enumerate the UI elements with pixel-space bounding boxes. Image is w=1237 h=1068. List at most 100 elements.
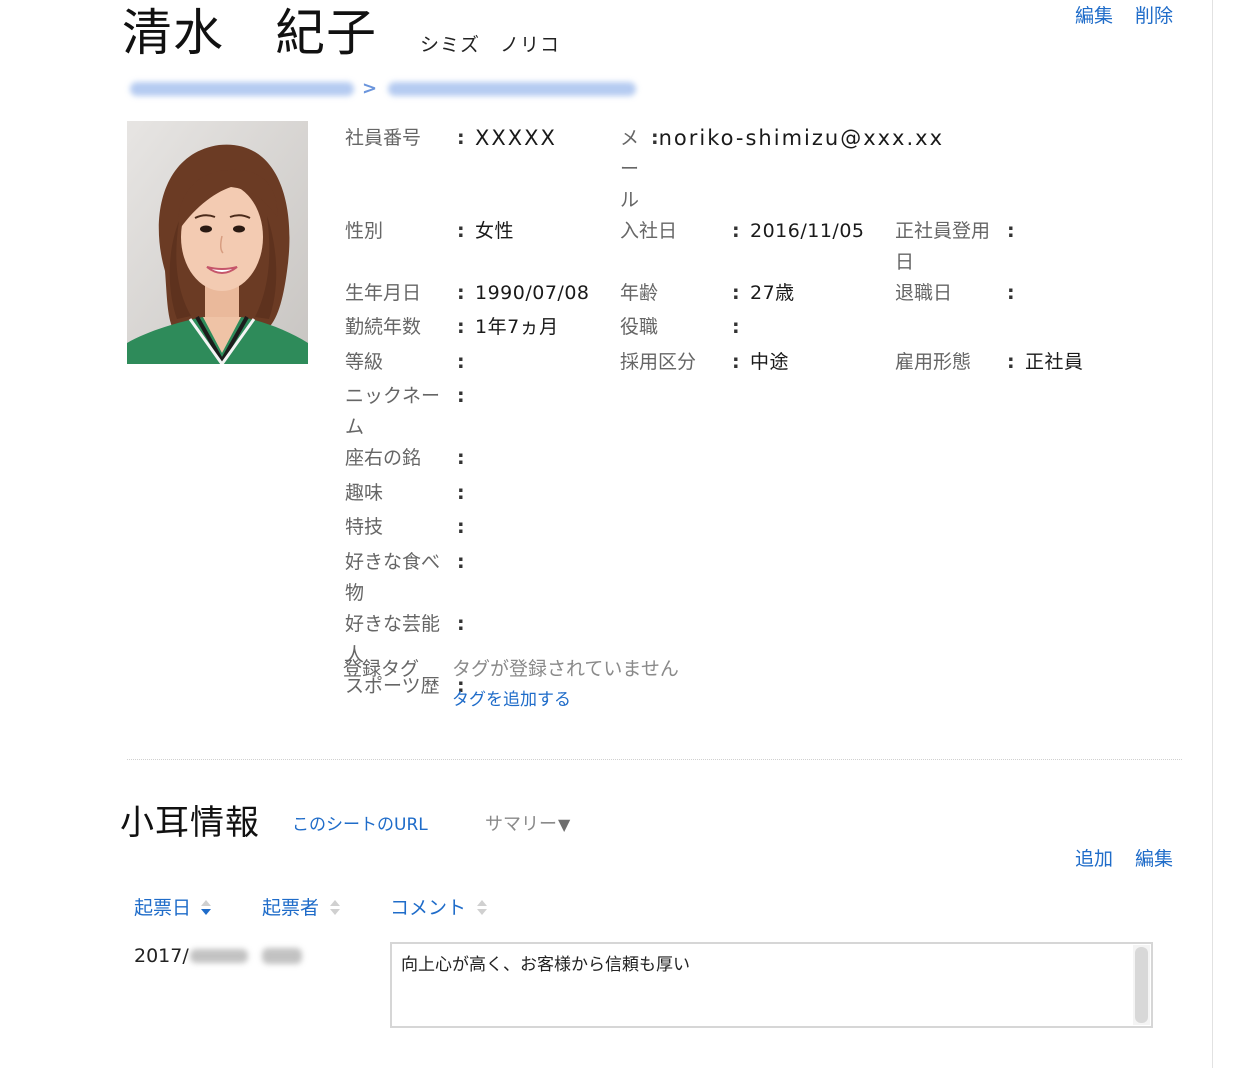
field-position: 役職 : (620, 312, 895, 347)
summary-toggle-label: サマリー (485, 814, 557, 835)
field-separator: : (457, 350, 465, 373)
field-label: メール (620, 126, 640, 211)
sort-icon[interactable] (329, 897, 341, 919)
field-separator: : (457, 219, 465, 242)
field-row: 好きな食べ物 : (345, 547, 1195, 609)
column-header-comment[interactable]: コメント (390, 896, 466, 920)
employee-details: 社員番号 : XXXXX メール : noriko-shimizu@xxx.xx… (345, 123, 1195, 706)
field-join-date: 入社日 : 2016/11/05 (620, 216, 895, 278)
field-row: 等級 : 採用区分 : 中途 雇用形態 : 正社員 (345, 347, 1195, 382)
tags-label: 登録タグ (343, 658, 420, 680)
field-value: 2016/11/05 (750, 219, 865, 242)
field-separator: : (457, 481, 465, 504)
field-value: 女性 (475, 219, 515, 242)
field-row: 社員番号 : XXXXX メール : noriko-shimizu@xxx.xx (345, 123, 1195, 216)
field-separator: : (457, 281, 465, 304)
sort-down-icon (201, 909, 211, 915)
column-header-author[interactable]: 起票者 (262, 896, 319, 920)
field-separator: : (732, 350, 740, 373)
field-label: 趣味 (345, 481, 384, 504)
field-regular-employee-date: 正社員登用日 : (895, 216, 1185, 278)
field-separator: : (1007, 219, 1015, 242)
field-row: ニックネーム : (345, 381, 1195, 443)
field-nickname: ニックネーム : (345, 381, 620, 443)
field-favorite-food: 好きな食べ物 : (345, 547, 620, 609)
field-separator: : (457, 385, 465, 407)
comment-text: 向上心が高く、お客様から信頼も厚い (401, 955, 690, 975)
breadcrumb-segment-blurred[interactable] (388, 82, 636, 96)
field-label: 性別 (345, 219, 384, 242)
caret-down-icon: ▼ (558, 815, 571, 834)
field-employee-number: 社員番号 : XXXXX (345, 123, 620, 216)
employee-photo (127, 121, 308, 364)
field-separator: : (732, 219, 740, 242)
delete-profile-link[interactable]: 削除 (1135, 4, 1173, 28)
field-separator: : (457, 316, 465, 338)
komimi-section-title: 小耳情報 (120, 803, 260, 843)
sort-icon[interactable] (476, 897, 488, 919)
field-value: 正社員 (1025, 350, 1084, 373)
field-value: noriko-shimizu@xxx.xx (658, 125, 945, 150)
field-separator: : (1007, 350, 1015, 373)
field-skills: 特技 : (345, 512, 620, 547)
sort-up-icon (330, 900, 340, 906)
field-row: 勤続年数 : 1年7ヵ月 役職 : (345, 312, 1195, 347)
employee-name-kana: シミズ ノリコ (420, 34, 561, 56)
field-label: 正社員登用日 (895, 219, 991, 273)
field-label: 社員番号 (345, 126, 422, 149)
employee-profile-page: 清水 紀子 シミズ ノリコ 編集 削除 > 社員番号: XXXXX メール:… (0, 0, 1237, 1068)
employee-name: 清水 紀子 (122, 4, 377, 62)
summary-toggle[interactable]: サマリー▼ (485, 813, 570, 837)
comment-box[interactable]: 向上心が高く、お客様から信頼も厚い (390, 942, 1153, 1028)
field-separator: : (457, 447, 465, 469)
comment-scrollbar[interactable] (1133, 945, 1150, 1025)
field-separator: : (457, 612, 465, 635)
field-hiring-category: 採用区分 : 中途 (620, 347, 895, 382)
field-age: 年齢 : 27歳 (620, 278, 895, 313)
employee-portrait-image (127, 121, 308, 364)
field-separator: : (457, 516, 465, 538)
field-label: 特技 (345, 516, 384, 538)
row-date: 2017/ (134, 945, 189, 967)
field-row: 生年月日 : 1990/07/08 年齢 : 27歳 退職日 : (345, 278, 1195, 313)
edit-komimi-link[interactable]: 編集 (1135, 847, 1173, 871)
section-divider (127, 759, 1182, 760)
field-value: 1990/07/08 (475, 281, 590, 304)
field-value: XXXXX (475, 125, 557, 150)
field-birth-date: 生年月日 : 1990/07/08 (345, 278, 620, 313)
field-separator: : (732, 281, 740, 304)
field-years-of-service: 勤続年数 : 1年7ヵ月 (345, 312, 620, 347)
add-tag-link[interactable]: タグを追加する (452, 688, 571, 712)
sort-up-icon (477, 900, 487, 906)
field-label: 年齢 (620, 281, 659, 304)
field-row: 性別 : 女性 入社日 : 2016/11/05 正社員登用日 : (345, 216, 1195, 278)
field-row: 特技 : (345, 512, 1195, 547)
field-value: 1年7ヵ月 (475, 316, 559, 338)
field-value: 27歳 (750, 281, 795, 304)
field-separator: : (457, 550, 465, 573)
field-label: 退職日 (895, 281, 953, 304)
sheet-url-link[interactable]: このシートのURL (292, 813, 428, 837)
comment-scrollbar-thumb[interactable] (1135, 947, 1148, 1023)
field-employment-type: 雇用形態 : 正社員 (895, 347, 1185, 382)
breadcrumb-segment-blurred[interactable] (130, 82, 354, 96)
field-separator: : (732, 316, 740, 338)
field-label: 等級 (345, 350, 384, 373)
field-separator: : (1007, 281, 1015, 304)
field-value: 中途 (750, 350, 790, 373)
field-separator: : (651, 126, 659, 149)
field-gender: 性別 : 女性 (345, 216, 620, 278)
sort-down-icon (330, 909, 340, 915)
field-label: ニックネーム (345, 385, 441, 438)
add-komimi-link[interactable]: 追加 (1075, 847, 1113, 871)
row-author-blurred (262, 948, 302, 964)
column-header-date[interactable]: 起票日 (134, 896, 191, 920)
sort-down-icon (477, 909, 487, 915)
sort-icon[interactable] (200, 897, 212, 919)
field-row: 趣味 : (345, 478, 1195, 513)
sort-up-icon (201, 900, 211, 906)
field-motto: 座右の銘 : (345, 443, 620, 478)
edit-profile-link[interactable]: 編集 (1075, 4, 1113, 28)
tags-empty-message: タグが登録されていません (452, 658, 679, 680)
field-separator: : (457, 126, 465, 149)
